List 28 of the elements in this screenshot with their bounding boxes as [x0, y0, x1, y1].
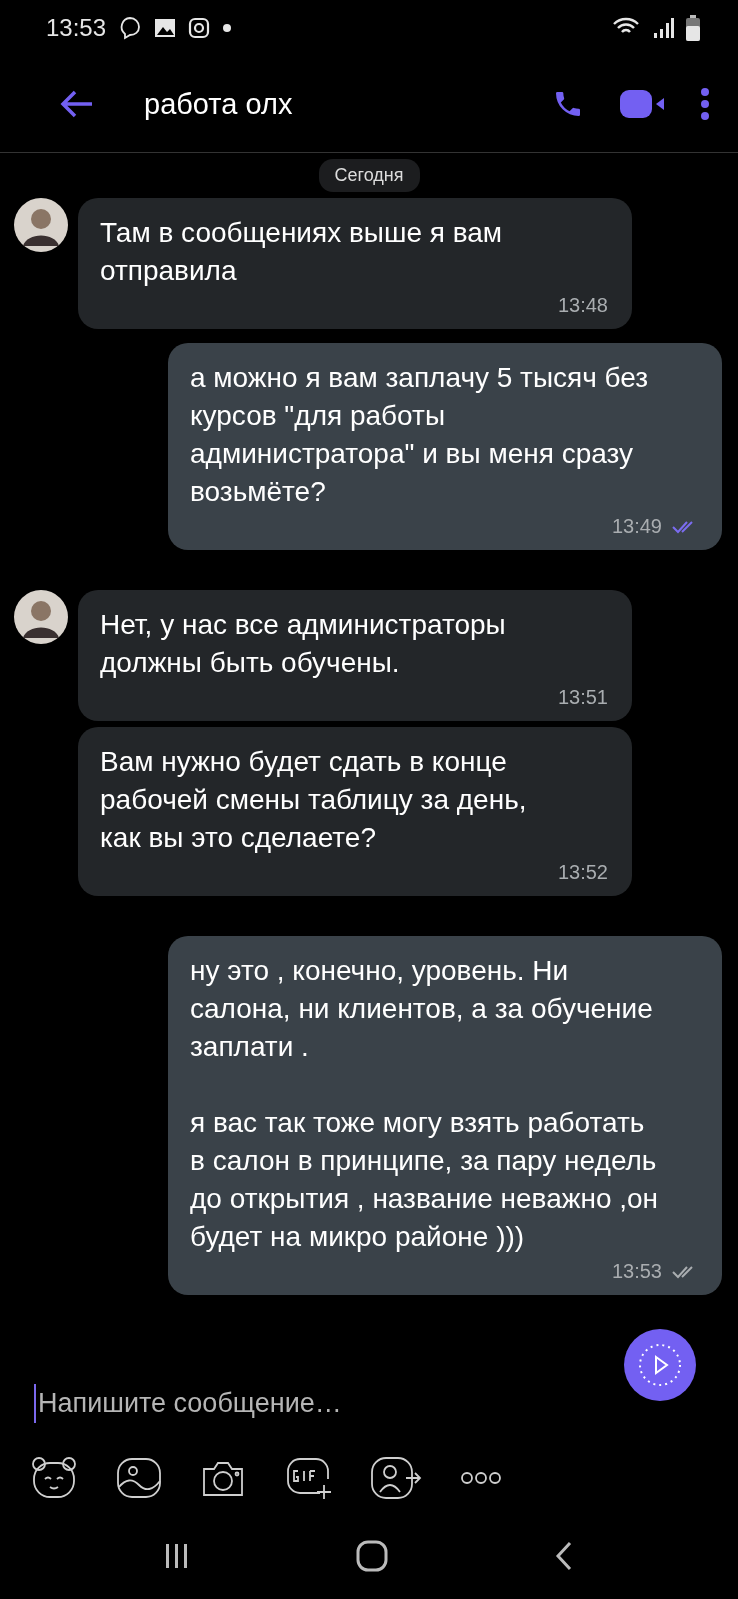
message-time: 13:52: [557, 861, 608, 884]
camera-app-icon: [188, 17, 211, 39]
battery-icon: [686, 15, 700, 41]
gallery-button[interactable]: [116, 1457, 162, 1499]
gif-button[interactable]: [284, 1455, 332, 1501]
chat-app-icon: [118, 16, 143, 40]
more-icon: [700, 87, 710, 121]
message-text: Вам нужно будет сдать в конце рабочей смены таблицу за день, как вы это сделаете?: [100, 745, 528, 855]
message-time: 13:51: [557, 686, 608, 709]
play-icon: [636, 1341, 684, 1389]
dot-icon: [222, 23, 233, 33]
message-time: 13:49: [611, 515, 662, 538]
message-text: Там в сообщениях выше я вам отправила: [100, 216, 504, 288]
date-label: Сегодня: [318, 159, 420, 192]
status-time: 13:53: [46, 14, 107, 42]
message-text: Нет, у нас все администраторы должны быть обучены.: [100, 608, 507, 680]
more-button[interactable]: [460, 1471, 502, 1485]
message-time: 13:48: [557, 294, 608, 317]
signal-icon: [652, 17, 674, 39]
message-time: 13:53: [611, 1260, 662, 1283]
image-icon: [154, 18, 177, 38]
avatar-icon: [14, 590, 68, 644]
message-text: а можно я вам заплачу 5 тысяч без курсов "для работы администратора" и вы меня сразу возьмёте?: [190, 361, 650, 509]
sticker-button[interactable]: [30, 1455, 78, 1501]
share-contact-button[interactable]: [370, 1456, 422, 1500]
message-text: ну это , конечно, уровень. Ни салона, ни клиентов, а за обучение заплати . я вас так тоже могу взять работать в салон в принципе, за пару недель до открытия , название неважно ,он будет на микро районе ))): [190, 954, 660, 1254]
chat-title: работа олх: [144, 87, 294, 121]
avatar-icon: [14, 198, 68, 252]
